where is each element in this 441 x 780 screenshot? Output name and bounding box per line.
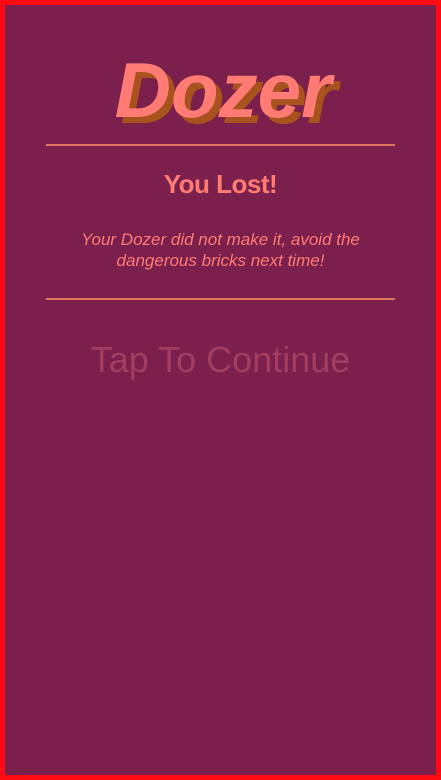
logo-text: Dozer <box>115 46 335 134</box>
bottom-divider <box>46 298 395 300</box>
logo-wordmark: Dozer Dozer <box>115 46 341 140</box>
top-divider <box>46 144 395 146</box>
status-heading: You Lost! <box>163 169 278 199</box>
game-logo: Dozer Dozer <box>5 43 436 143</box>
game-screen[interactable]: Dozer Dozer You Lost! Your Dozer did not… <box>0 0 441 780</box>
tap-to-continue-button[interactable]: Tap To Continue <box>5 339 436 381</box>
status-message: Your Dozer did not make it, avoid the da… <box>81 230 360 270</box>
